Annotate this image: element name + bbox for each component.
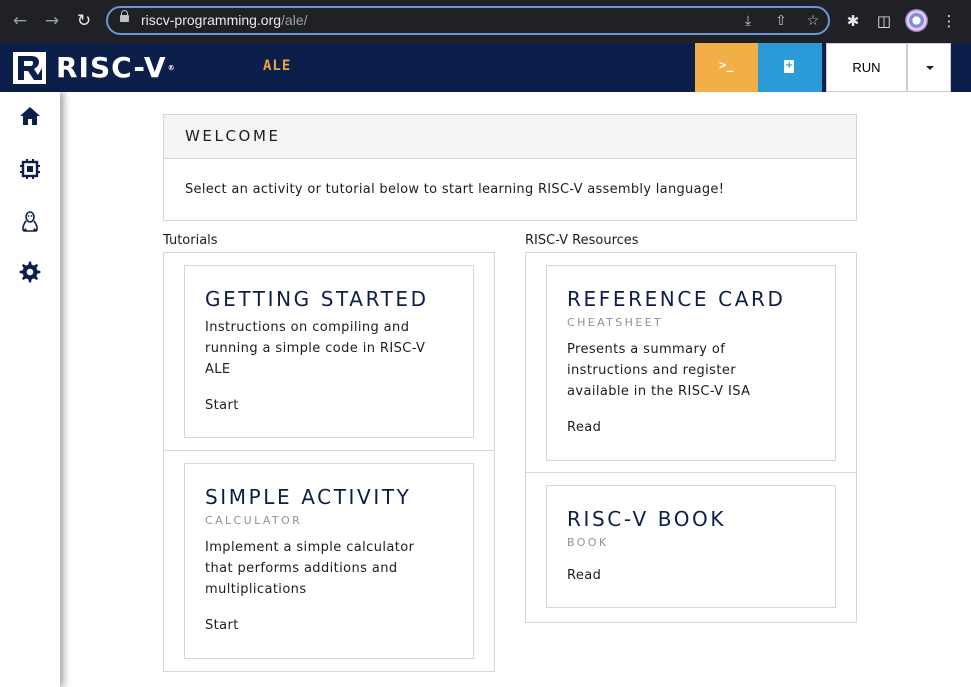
browser-toolbar: ← → ↻ riscv-programming.org/ale/ ⤓ ⇧ ☆ ✱… [0, 0, 971, 43]
app-name: ALE [263, 58, 292, 74]
menu-icon[interactable]: ⋮ [938, 10, 960, 32]
lock-icon[interactable] [120, 10, 129, 22]
card-title: GETTING STARTED [205, 287, 429, 311]
resource-cell: RISC-V BOOK BOOK Read [526, 473, 856, 622]
resources-label: RISC-V Resources [525, 233, 639, 248]
url-path: /ale/ [281, 12, 308, 28]
card-subtitle: CALCULATOR [205, 514, 303, 527]
card-subtitle: CHEATSHEET [567, 316, 664, 329]
card-description-line: instructions and register [567, 363, 736, 378]
app-header: RISC-V® ALE >_ RUN [0, 43, 971, 92]
extensions-icon[interactable]: ✱ [842, 10, 864, 32]
caret-down-icon [926, 66, 934, 70]
terminal-icon: >_ [719, 58, 734, 72]
sidebar [0, 92, 60, 687]
logo-text: RISC-V® [56, 52, 176, 84]
tutorial-card-simple-activity[interactable]: SIMPLE ACTIVITY CALCULATOR Implement a s… [184, 463, 474, 659]
run-options-dropdown[interactable] [907, 43, 951, 92]
card-description: Instructions on compiling and running a … [205, 317, 455, 380]
resources-column: REFERENCE CARD CHEATSHEET Presents a sum… [525, 252, 857, 623]
resource-card-risc-v-book[interactable]: RISC-V BOOK BOOK Read [546, 485, 836, 608]
side-panel-icon[interactable]: ◫ [873, 10, 895, 32]
welcome-text: Select an activity or tutorial below to … [185, 182, 725, 197]
card-description-line: Implement a simple calculator [205, 540, 415, 555]
card-description-line: Instructions on compiling and [205, 320, 410, 335]
read-link[interactable]: Read [567, 568, 601, 583]
card-description-line: available in the RISC-V ISA [567, 384, 751, 399]
main-content: WELCOME Select an activity or tutorial b… [60, 92, 971, 687]
back-icon[interactable]: ← [7, 9, 33, 33]
resource-cell: REFERENCE CARD CHEATSHEET Presents a sum… [526, 253, 856, 473]
profile-avatar[interactable] [905, 9, 928, 32]
tutorial-cell: GETTING STARTED Instructions on compilin… [164, 253, 494, 451]
logo-registered-mark: ® [167, 64, 176, 72]
tutorial-cell: SIMPLE ACTIVITY CALCULATOR Implement a s… [164, 451, 494, 671]
card-description-line: running a simple code in RISC-V [205, 341, 426, 356]
address-bar[interactable]: riscv-programming.org/ale/ ⤓ ⇧ ☆ [106, 6, 830, 35]
install-icon[interactable]: ⤓ [738, 11, 758, 31]
read-link[interactable]: Read [567, 420, 601, 435]
chip-icon[interactable] [18, 157, 42, 181]
run-button[interactable]: RUN [826, 43, 907, 92]
card-description-line: ALE [205, 362, 231, 377]
card-title: RISC-V BOOK [567, 507, 727, 531]
share-icon[interactable]: ⇧ [771, 11, 791, 31]
start-link[interactable]: Start [205, 398, 239, 413]
card-title: SIMPLE ACTIVITY [205, 485, 412, 509]
tutorials-label: Tutorials [163, 233, 218, 248]
url-text[interactable]: riscv-programming.org/ale/ [141, 12, 308, 28]
card-description: Implement a simple calculator that perfo… [205, 537, 455, 600]
card-description-line: multiplications [205, 582, 307, 597]
url-host: riscv-programming.org [141, 12, 282, 28]
card-description: Presents a summary of instructions and r… [567, 339, 817, 402]
star-icon[interactable]: ☆ [803, 11, 823, 31]
welcome-panel: WELCOME Select an activity or tutorial b… [163, 114, 857, 221]
settings-icon[interactable] [18, 260, 42, 284]
risc-v-mark-icon [13, 52, 46, 84]
linux-icon[interactable] [18, 210, 42, 234]
reload-icon[interactable]: ↻ [71, 9, 97, 33]
welcome-title: WELCOME [185, 127, 281, 145]
resource-card-reference-card[interactable]: REFERENCE CARD CHEATSHEET Presents a sum… [546, 265, 836, 461]
home-icon[interactable] [18, 104, 42, 128]
new-file-button[interactable] [758, 43, 822, 92]
terminal-button[interactable]: >_ [695, 43, 758, 92]
forward-icon[interactable]: → [39, 9, 65, 33]
card-description-line: that performs additions and [205, 561, 398, 576]
card-title: REFERENCE CARD [567, 287, 786, 311]
risc-v-logo[interactable]: RISC-V® [13, 51, 176, 85]
logo-wordmark: RISC-V [56, 51, 167, 84]
file-add-icon [784, 60, 794, 73]
tutorials-column: GETTING STARTED Instructions on compilin… [163, 252, 495, 672]
card-description-line: Presents a summary of [567, 342, 726, 357]
start-link[interactable]: Start [205, 618, 239, 633]
tutorial-card-getting-started[interactable]: GETTING STARTED Instructions on compilin… [184, 265, 474, 438]
card-subtitle: BOOK [567, 536, 609, 549]
